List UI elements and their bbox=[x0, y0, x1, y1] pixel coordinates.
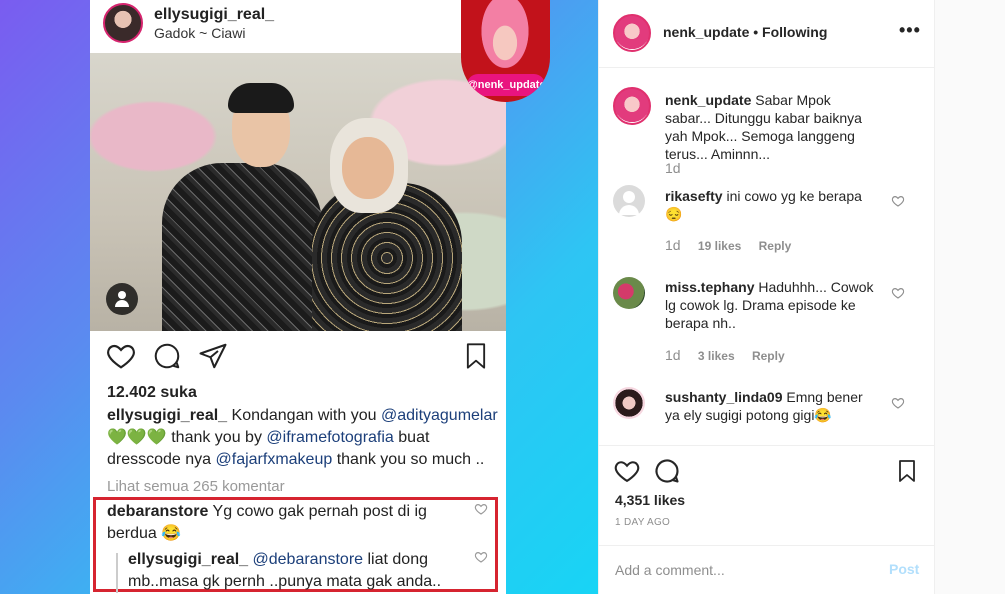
embedded-caption-user: ellysugigi_real_ bbox=[107, 407, 228, 424]
embedded-comment-user: ellysugigi_real_ bbox=[128, 551, 249, 568]
comment-text: nenk_update Sabar Mpok sabar... Ditunggu… bbox=[665, 91, 880, 163]
embedded-post-header: ellysugigi_real_ Gadok ~ Ciawi bbox=[90, 0, 506, 52]
embedded-action-bar bbox=[90, 340, 506, 376]
embedded-comment-user: debaranstore bbox=[107, 503, 209, 520]
reply-button[interactable]: Reply bbox=[752, 349, 785, 363]
comment-icon bbox=[154, 343, 180, 369]
post-timestamp[interactable]: 1 DAY AGO bbox=[615, 517, 670, 528]
photo-man-figure bbox=[162, 163, 322, 331]
embedded-mention: @fajarfxmakeup bbox=[215, 451, 333, 468]
post-comment-button[interactable]: Post bbox=[889, 561, 919, 577]
more-options-icon[interactable]: ••• bbox=[899, 20, 921, 41]
embedded-avatar bbox=[103, 3, 143, 43]
comment-meta: 1d 3 likes Reply bbox=[665, 347, 799, 363]
heart-icon bbox=[474, 552, 488, 563]
avatar[interactable] bbox=[613, 277, 645, 309]
like-comment-heart-icon[interactable] bbox=[891, 396, 905, 410]
save-bookmark-icon[interactable] bbox=[895, 457, 919, 485]
comments-list[interactable]: nenk_update Sabar Mpok sabar... Ditunggu… bbox=[599, 69, 935, 445]
comment-meta: 1d 19 likes Reply bbox=[665, 237, 805, 253]
comment-text: rikasefty ini cowo yg ke berapa 😔 bbox=[665, 187, 880, 223]
comment-time[interactable]: 1d bbox=[665, 160, 681, 176]
embedded-like-count: 12.402 suka bbox=[107, 384, 197, 401]
avatar[interactable] bbox=[613, 387, 645, 419]
like-heart-icon[interactable] bbox=[613, 457, 641, 485]
reply-indent-bar bbox=[116, 553, 118, 593]
embedded-screenshot: ellysugigi_real_ Gadok ~ Ciawi 12.402 su… bbox=[90, 0, 506, 594]
post-actions: 4,351 likes 1 DAY AGO bbox=[599, 445, 935, 545]
badge-illustration bbox=[475, 0, 535, 78]
comment-likes[interactable]: 3 likes bbox=[698, 349, 735, 363]
comment-time[interactable]: 1d bbox=[665, 347, 681, 363]
heart-icon bbox=[107, 344, 135, 369]
embedded-reply-comment: ellysugigi_real_ @debaranstore liat dong… bbox=[128, 549, 468, 593]
page-background bbox=[935, 0, 1005, 594]
comment-time[interactable]: 1d bbox=[665, 237, 681, 253]
embedded-location: Gadok ~ Ciawi bbox=[154, 25, 246, 41]
embedded-caption-text: thank you so much .. bbox=[336, 451, 485, 468]
username-link[interactable]: nenk_update bbox=[663, 24, 749, 40]
bookmark-icon bbox=[466, 343, 486, 369]
embedded-mention: @adityagumelar bbox=[380, 407, 498, 424]
following-button[interactable]: Following bbox=[762, 24, 827, 40]
comment-username[interactable]: rikasefty bbox=[665, 188, 723, 204]
embedded-username: ellysugigi_real_ bbox=[154, 6, 275, 23]
reply-button[interactable]: Reply bbox=[759, 239, 792, 253]
comment-text: sushanty_linda09 Emng bener ya ely sugig… bbox=[665, 388, 880, 424]
badge-label: @nenk_update bbox=[467, 74, 546, 96]
default-avatar-body bbox=[619, 205, 639, 215]
post-image[interactable]: ellysugigi_real_ Gadok ~ Ciawi 12.402 su… bbox=[0, 0, 598, 594]
avatar[interactable] bbox=[613, 185, 645, 217]
embedded-caption-text: thank you by bbox=[171, 429, 262, 446]
default-avatar-icon bbox=[623, 191, 635, 203]
like-comment-heart-icon[interactable] bbox=[891, 194, 905, 208]
embedded-caption-text: Kondangan with you bbox=[231, 407, 377, 424]
comment-username[interactable]: nenk_update bbox=[665, 92, 751, 108]
post-header: nenk_update • Following ••• bbox=[599, 0, 935, 68]
comment-username[interactable]: sushanty_linda09 bbox=[665, 389, 783, 405]
share-icon bbox=[199, 343, 227, 369]
user-tag-icon bbox=[106, 283, 138, 315]
avatar[interactable] bbox=[613, 87, 651, 125]
embedded-comment: debaranstore Yg cowo gak pernah post di … bbox=[107, 501, 467, 545]
avatar[interactable] bbox=[613, 14, 651, 52]
photo-man-hair bbox=[228, 83, 294, 113]
like-count[interactable]: 4,351 likes bbox=[615, 492, 685, 508]
watermark-badge: @nenk_update bbox=[461, 0, 550, 102]
add-comment-input[interactable] bbox=[615, 560, 865, 580]
add-comment-bar: Post bbox=[599, 545, 935, 594]
heart-icon bbox=[474, 504, 488, 515]
embedded-mention: @iframefotografia bbox=[266, 429, 394, 446]
green-hearts-emoji: 💚💚💚 bbox=[107, 429, 167, 446]
like-comment-heart-icon[interactable] bbox=[891, 286, 905, 300]
comment-icon[interactable] bbox=[653, 457, 681, 485]
comment-likes[interactable]: 19 likes bbox=[698, 239, 741, 253]
embedded-view-all-comments: Lihat semua 265 komentar bbox=[107, 478, 285, 495]
comment-username[interactable]: miss.tephany bbox=[665, 279, 754, 295]
post-header-user: nenk_update • Following bbox=[663, 24, 827, 40]
post-side-panel: nenk_update • Following ••• nenk_update … bbox=[598, 0, 935, 594]
embedded-mention: @debaranstore bbox=[252, 551, 364, 568]
comment-text: miss.tephany Haduhhh... Cowok lg cowok l… bbox=[665, 278, 880, 332]
comment-meta: 1d bbox=[665, 160, 695, 176]
photo-woman-face bbox=[342, 137, 394, 199]
separator-dot: • bbox=[749, 24, 763, 40]
embedded-photo bbox=[90, 53, 506, 331]
embedded-caption: ellysugigi_real_ Kondangan with you @adi… bbox=[107, 405, 499, 471]
